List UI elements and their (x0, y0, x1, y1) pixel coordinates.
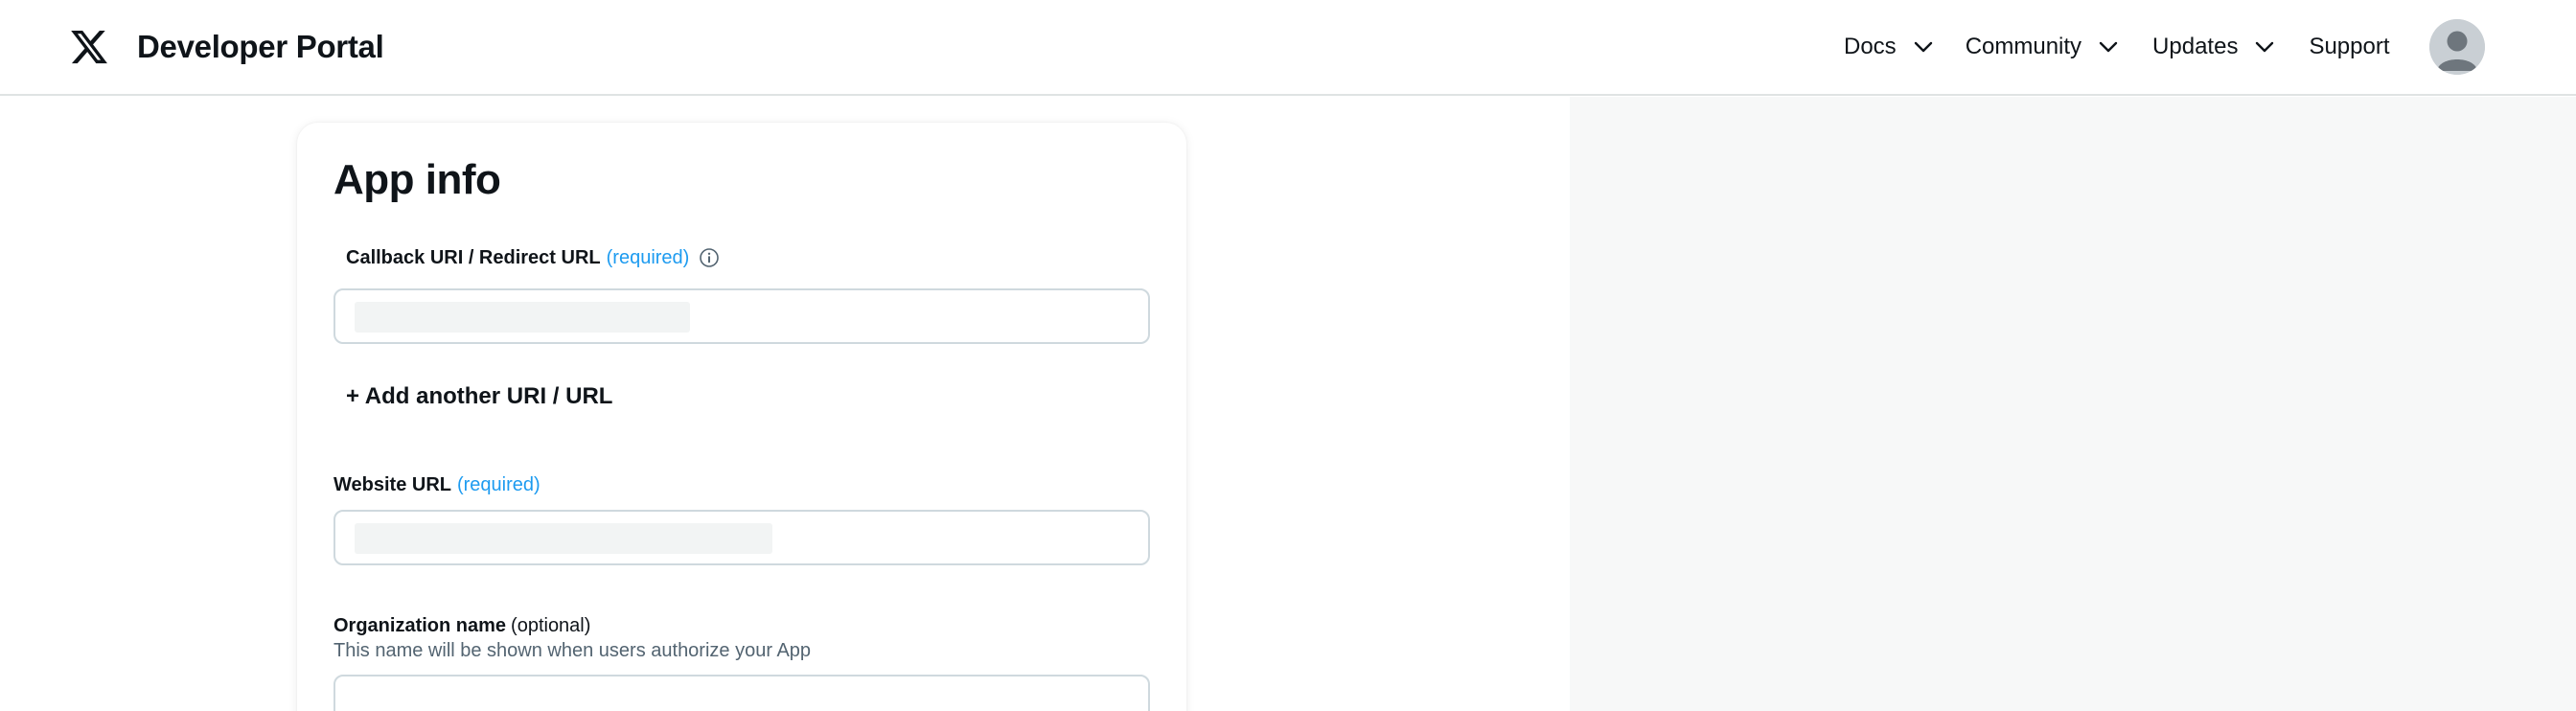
required-indicator: (required) (606, 247, 690, 268)
top-header: Developer Portal Docs Community Updates … (0, 0, 2576, 96)
nav-docs[interactable]: Docs (1844, 34, 1933, 60)
nav-updates[interactable]: Updates (2152, 34, 2274, 60)
user-avatar-icon[interactable] (2429, 19, 2485, 75)
website-url-label: Website URL (required) (334, 472, 540, 497)
optional-indicator: (optional) (511, 615, 591, 636)
nav-community[interactable]: Community (1966, 34, 2118, 60)
nav-community-label: Community (1965, 34, 2082, 59)
callback-uri-input[interactable] (334, 288, 1150, 344)
required-indicator: (required) (456, 474, 540, 495)
organization-name-input[interactable] (334, 675, 1150, 711)
add-another-uri-button[interactable]: + Add another URI / URL (346, 381, 612, 412)
callback-uri-value (355, 302, 690, 333)
app-info-card: App info Callback URI / Redirect URL (re… (297, 123, 1186, 711)
website-url-value (355, 523, 772, 554)
side-panel (1570, 97, 2576, 711)
main-nav: Docs Community Updates Support (1844, 27, 2390, 67)
chevron-down-icon (1914, 41, 1932, 53)
page-title: App info (334, 156, 501, 203)
organization-name-label: Organization name (optional) (334, 613, 590, 638)
chevron-down-icon (2256, 41, 2274, 53)
nav-updates-label: Updates (2152, 34, 2239, 59)
callback-uri-label-text: Callback URI / Redirect URL (346, 247, 601, 268)
website-url-input[interactable] (334, 510, 1150, 565)
callback-uri-label: Callback URI / Redirect URL (required) (346, 245, 720, 270)
nav-support[interactable]: Support (2309, 34, 2389, 60)
nav-support-label: Support (2309, 34, 2390, 59)
brand-title[interactable]: Developer Portal (137, 27, 384, 67)
organization-name-help: This name will be shown when users autho… (334, 640, 812, 661)
info-icon[interactable] (699, 247, 720, 268)
organization-name-label-text: Organization name (334, 615, 507, 636)
website-url-label-text: Website URL (334, 474, 451, 495)
x-logo-icon[interactable] (69, 27, 109, 67)
chevron-down-icon (2099, 41, 2118, 53)
nav-docs-label: Docs (1844, 34, 1897, 59)
avatar-silhouette-icon (2429, 19, 2485, 75)
